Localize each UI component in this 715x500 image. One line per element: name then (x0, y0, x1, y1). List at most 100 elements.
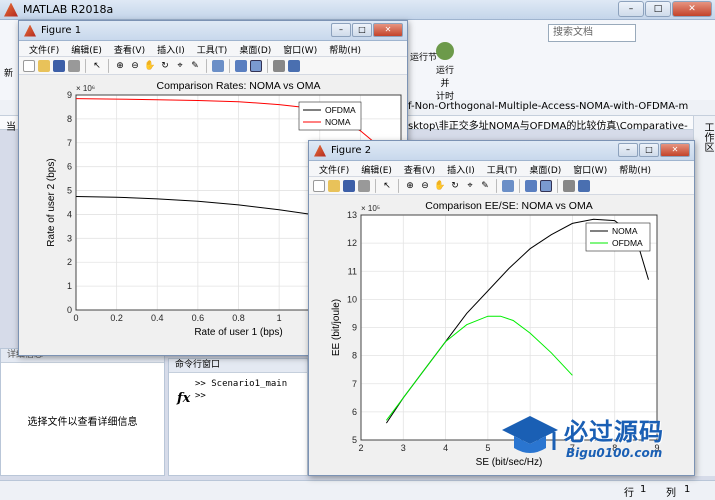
x-tick-label: 0 (73, 313, 78, 323)
rotate-icon[interactable]: ↻ (449, 180, 461, 192)
fx-icon[interactable]: fx (177, 391, 190, 406)
chart-title: Comparison EE/SE: NOMA vs OMA (425, 200, 592, 212)
menu-help[interactable]: 帮助(H) (323, 41, 367, 56)
menu-desktop[interactable]: 桌面(D) (523, 161, 567, 176)
menu-desktop[interactable]: 桌面(D) (233, 41, 277, 56)
menu-edit[interactable]: 编辑(E) (65, 41, 108, 56)
close-button[interactable]: ✕ (672, 1, 712, 17)
menu-edit[interactable]: 编辑(E) (355, 161, 398, 176)
rotate-icon[interactable]: ↻ (159, 60, 171, 72)
new-figure-icon[interactable] (313, 179, 325, 192)
pan-icon[interactable]: ✋ (144, 60, 156, 72)
toolbar-separator (375, 178, 376, 193)
save-icon[interactable] (53, 59, 65, 72)
x-tick-label: 0.2 (110, 313, 123, 323)
toolbar-separator (108, 58, 109, 73)
figure1-minimize-button[interactable]: – (331, 23, 351, 37)
figure1-menubar: 文件(F) 编辑(E) 查看(V) 插入(I) 工具(T) 桌面(D) 窗口(W… (19, 41, 407, 57)
menu-file[interactable]: 文件(F) (313, 161, 355, 176)
zoom-in-icon[interactable]: ⊕ (114, 60, 126, 72)
figure1-titlebar[interactable]: Figure 1 – □ ✕ (19, 21, 407, 41)
menu-view[interactable]: 查看(V) (398, 161, 441, 176)
show-plot-tools-icon[interactable] (578, 179, 590, 192)
toolbar-separator (85, 58, 86, 73)
print-icon[interactable] (68, 59, 80, 72)
menu-tools[interactable]: 工具(T) (481, 161, 524, 176)
menu-window[interactable]: 窗口(W) (567, 161, 613, 176)
y-tick-label: 9 (352, 323, 357, 333)
figure2-minimize-button[interactable]: – (618, 143, 638, 157)
y-tick-label: 13 (347, 210, 357, 220)
link-plot-icon[interactable] (212, 59, 224, 72)
chart-title: Comparison Rates: NOMA vs OMA (157, 80, 321, 92)
menu-tools[interactable]: 工具(T) (191, 41, 234, 56)
figure1-toolbar: ↖ ⊕ ⊖ ✋ ↻ ⌖ ✎ (19, 57, 407, 75)
new-figure-icon[interactable] (23, 59, 35, 72)
search-documentation-input[interactable]: 搜索文档 (548, 24, 636, 42)
run-and-time-label: 运行并 计时 (435, 66, 454, 102)
matlab-window-title: MATLAB R2018a (23, 3, 114, 16)
command-window[interactable]: 命令行窗口 >> Scenario1_main fx >> (168, 358, 308, 476)
datacursor-icon[interactable]: ⌖ (464, 180, 476, 192)
y-tick-label: 3 (67, 233, 72, 243)
run-and-time-button[interactable]: 运行并 计时 (432, 42, 458, 102)
figure2-titlebar[interactable]: Figure 2 – □ ✕ (309, 141, 694, 161)
y-tick-label: 11 (348, 266, 357, 276)
menu-window[interactable]: 窗口(W) (277, 41, 323, 56)
y-tick-label: 4 (67, 209, 72, 219)
address-path[interactable]: sktop\非正交多址NOMA与OFDMA的比较仿真\Comparative-S… (408, 117, 688, 132)
x-tick-label: 5 (485, 443, 490, 453)
open-folder-icon[interactable] (328, 179, 340, 192)
legend-icon[interactable] (250, 59, 262, 72)
menu-insert[interactable]: 插入(I) (151, 41, 191, 56)
watermark: 必过源码 Bigu0100.com (500, 408, 700, 468)
figure2-maximize-button[interactable]: □ (639, 143, 659, 157)
brush-icon[interactable]: ✎ (189, 60, 201, 72)
datacursor-icon[interactable]: ⌖ (174, 60, 186, 72)
toolbar-separator (496, 178, 497, 193)
command-window-header: 命令行窗口 (169, 359, 307, 373)
open-folder-icon[interactable] (38, 59, 50, 72)
x-tick-label: 0.8 (232, 313, 245, 323)
legend-label: OFDMA (325, 105, 356, 115)
current-folder-path[interactable]: f-Non-Orthogonal-Multiple-Access-NOMA-wi… (408, 101, 688, 112)
hide-plot-tools-icon[interactable] (563, 179, 575, 192)
figure1-title: Figure 1 (41, 25, 82, 36)
link-plot-icon[interactable] (502, 179, 514, 192)
pan-icon[interactable]: ✋ (434, 180, 446, 192)
graduation-cap-icon (502, 416, 558, 453)
y-tick-label: 10 (347, 294, 357, 304)
save-icon[interactable] (343, 179, 355, 192)
figure1-maximize-button[interactable]: □ (352, 23, 372, 37)
toolbar-separator (267, 58, 268, 73)
colorbar-icon[interactable] (525, 179, 537, 192)
colorbar-icon[interactable] (235, 59, 247, 72)
zoom-in-icon[interactable]: ⊕ (404, 180, 416, 192)
toolbar-separator (398, 178, 399, 193)
watermark-url: Bigu0100.com (566, 446, 663, 460)
figure2-close-button[interactable]: ✕ (660, 143, 690, 157)
show-plot-tools-icon[interactable] (288, 59, 300, 72)
zoom-out-icon[interactable]: ⊖ (129, 60, 141, 72)
menu-help[interactable]: 帮助(H) (613, 161, 657, 176)
menu-insert[interactable]: 插入(I) (441, 161, 481, 176)
y-tick-label: 5 (352, 435, 357, 445)
brush-icon[interactable]: ✎ (479, 180, 491, 192)
minimize-button[interactable]: – (618, 1, 644, 17)
figure-icon (314, 144, 326, 157)
zoom-out-icon[interactable]: ⊖ (419, 180, 431, 192)
menu-view[interactable]: 查看(V) (108, 41, 151, 56)
pointer-icon[interactable]: ↖ (91, 60, 103, 72)
x-tick-label: 4 (443, 443, 448, 453)
legend-icon[interactable] (540, 179, 552, 192)
figure1-close-button[interactable]: ✕ (373, 23, 403, 37)
legend-label: OFDMA (612, 238, 643, 248)
menu-file[interactable]: 文件(F) (23, 41, 65, 56)
print-icon[interactable] (358, 179, 370, 192)
watermark-text: 必过源码 (564, 418, 664, 446)
maximize-button[interactable]: □ (645, 1, 671, 17)
y-tick-label: 6 (352, 407, 357, 417)
hide-plot-tools-icon[interactable] (273, 59, 285, 72)
y-tick-label: 9 (67, 90, 72, 100)
pointer-icon[interactable]: ↖ (381, 180, 393, 192)
